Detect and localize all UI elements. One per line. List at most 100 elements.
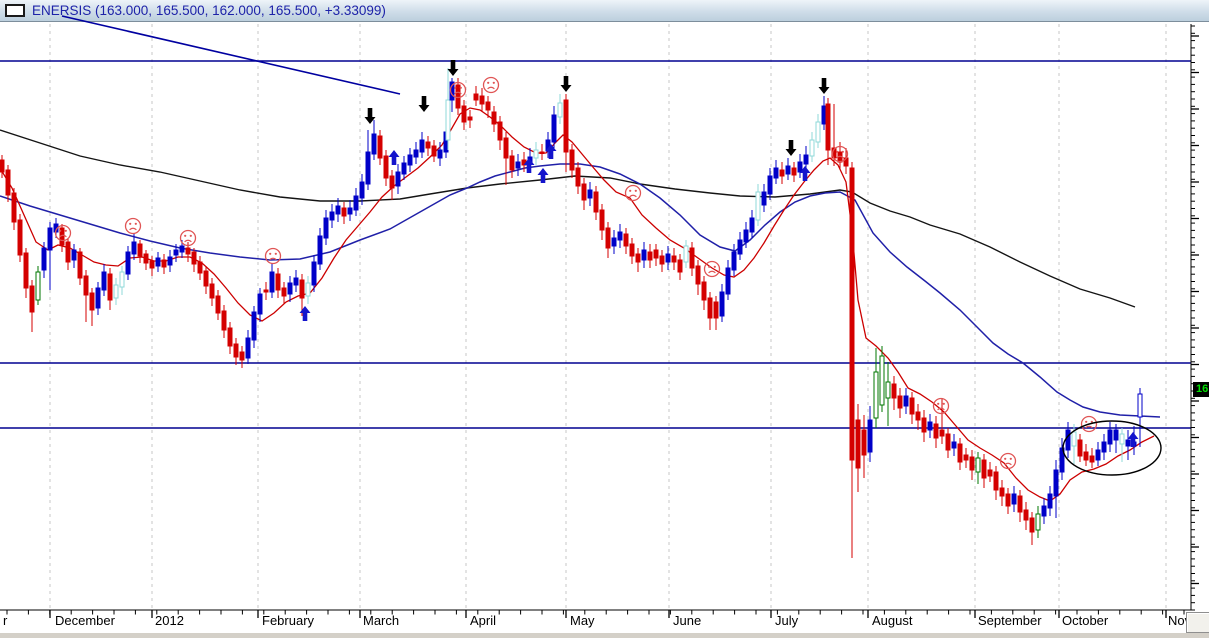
candle xyxy=(879,346,885,412)
candle xyxy=(407,148,413,172)
candle xyxy=(11,188,17,230)
candle xyxy=(1089,448,1095,468)
candle xyxy=(233,338,239,365)
candle xyxy=(1101,434,1107,460)
candle xyxy=(35,266,41,305)
candle xyxy=(419,132,425,158)
scroll-corner-button[interactable] xyxy=(1186,612,1209,633)
candle xyxy=(1083,444,1089,466)
candle xyxy=(987,462,993,482)
candle xyxy=(915,404,921,430)
candle xyxy=(341,202,347,224)
candle xyxy=(413,142,419,164)
candle xyxy=(1041,498,1047,524)
candle xyxy=(203,266,209,294)
candle xyxy=(897,388,903,418)
candle xyxy=(867,406,873,462)
candle xyxy=(509,150,515,178)
sell-arrow-icon[interactable] xyxy=(818,78,830,94)
month-label: 2012 xyxy=(155,613,184,628)
candle xyxy=(245,330,251,364)
candle xyxy=(293,270,299,292)
candle xyxy=(1047,486,1053,516)
candle xyxy=(5,165,11,202)
candle xyxy=(1077,434,1083,462)
month-label: August xyxy=(872,613,913,628)
sell-arrow-icon[interactable] xyxy=(447,60,459,76)
candle xyxy=(725,260,731,300)
sell-arrow-icon[interactable] xyxy=(560,76,572,92)
sell-arrow-icon[interactable] xyxy=(785,140,797,156)
price-chart-canvas[interactable] xyxy=(0,0,1209,638)
candle xyxy=(89,288,95,326)
sad-face-icon[interactable] xyxy=(624,184,642,202)
candle xyxy=(113,278,119,305)
candle xyxy=(317,228,323,270)
buy-arrow-icon[interactable] xyxy=(388,150,400,165)
candle xyxy=(659,250,665,272)
candle xyxy=(1005,488,1011,514)
candle xyxy=(755,184,761,226)
candle xyxy=(515,154,521,176)
candle xyxy=(239,346,245,368)
candle xyxy=(581,178,587,210)
candle xyxy=(617,224,623,248)
candle xyxy=(107,268,113,310)
candle xyxy=(401,156,407,180)
candle xyxy=(23,248,29,298)
candle xyxy=(467,110,473,128)
candle xyxy=(927,414,933,438)
sad-face-icon[interactable] xyxy=(999,452,1017,470)
sad-face-icon[interactable] xyxy=(482,76,500,94)
candle xyxy=(215,290,221,320)
candle xyxy=(17,214,23,262)
candle xyxy=(719,284,725,322)
candle xyxy=(95,282,101,315)
sell-arrow-icon[interactable] xyxy=(418,96,430,112)
candle xyxy=(695,260,701,295)
candle xyxy=(885,362,891,426)
candle xyxy=(305,276,311,304)
candle xyxy=(803,146,809,170)
candle xyxy=(713,296,719,330)
candle xyxy=(191,248,197,272)
candle xyxy=(101,264,107,296)
candle xyxy=(701,276,707,310)
candle xyxy=(1125,430,1131,460)
candle xyxy=(497,116,503,150)
ma-mid-blue-line xyxy=(0,163,1161,418)
sad-face-icon[interactable] xyxy=(124,217,142,235)
candle xyxy=(59,224,65,252)
candle xyxy=(149,256,155,276)
candle xyxy=(119,266,125,295)
candle xyxy=(981,454,987,488)
sad-face-icon[interactable] xyxy=(264,247,282,265)
buy-arrow-icon[interactable] xyxy=(299,306,311,321)
month-label: July xyxy=(775,613,799,628)
candle xyxy=(461,100,467,130)
candle xyxy=(329,204,335,228)
trendline[interactable] xyxy=(61,15,401,95)
candle xyxy=(65,238,71,270)
candle xyxy=(563,94,569,172)
candle xyxy=(83,270,89,322)
candle xyxy=(849,162,855,558)
candle xyxy=(137,240,143,263)
last-price-badge: 16 xyxy=(1193,382,1209,397)
sad-face-icon[interactable] xyxy=(703,260,721,278)
candle xyxy=(155,252,161,272)
candle xyxy=(785,158,791,180)
candle xyxy=(479,88,485,112)
candle xyxy=(677,254,683,280)
candle xyxy=(167,250,173,272)
candle xyxy=(557,94,563,124)
candle xyxy=(671,248,677,270)
candle xyxy=(653,244,659,266)
candle xyxy=(71,244,77,268)
candle xyxy=(29,280,35,332)
candle xyxy=(209,278,215,306)
candle xyxy=(377,130,383,165)
candle xyxy=(825,98,831,165)
sad-face-icon[interactable] xyxy=(932,397,950,415)
candle xyxy=(791,162,797,182)
